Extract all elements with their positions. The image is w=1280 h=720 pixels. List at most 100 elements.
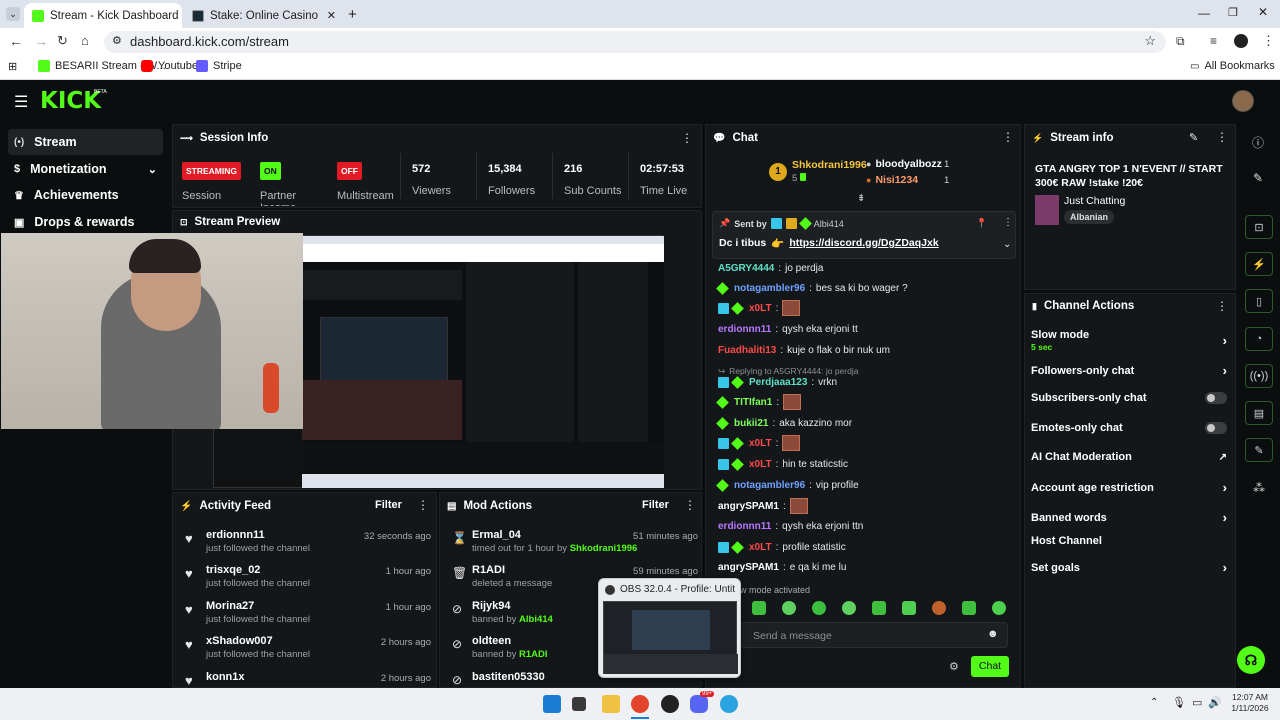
leader-3[interactable]: ● Nisi1234: [866, 174, 918, 186]
home-icon[interactable]: ⌂: [81, 33, 89, 48]
bookmark-stripe[interactable]: Stripe: [196, 60, 242, 72]
filter-button[interactable]: Filter: [642, 499, 669, 511]
chat-user[interactable]: x0LT: [749, 303, 772, 314]
system-clock[interactable]: 12:07 AM 1/11/2026: [1230, 692, 1270, 714]
emote-icon[interactable]: [842, 601, 856, 615]
tray-chevron-up-icon[interactable]: ⌃: [1150, 697, 1158, 708]
chat-message[interactable]: x0LT: profile statistic: [718, 538, 846, 556]
pinned-message[interactable]: 📌 Sent by Albi414 📍 ⋮ Dc i tibus 👉 https:…: [712, 211, 1016, 259]
toolbar-chat-button[interactable]: ◔: [1245, 327, 1273, 351]
toolbar-broadcast-button[interactable]: ((•)): [1245, 364, 1273, 388]
subscribers-only-action[interactable]: Subscribers-only chat: [1031, 392, 1227, 404]
more-options-icon[interactable]: ⋮: [417, 498, 429, 512]
windows-start-icon[interactable]: [543, 695, 561, 713]
extensions-icon[interactable]: ⧉: [1176, 34, 1185, 49]
back-icon[interactable]: ←: [9, 33, 23, 49]
task-view-icon[interactable]: [572, 697, 586, 711]
chat-message[interactable]: erdionnn11: qysh eka erjoni ttn: [718, 517, 863, 535]
menu-icon[interactable]: ⋮: [1262, 33, 1275, 49]
tab-kick-dashboard[interactable]: Stream - Kick Dashboard ✕: [24, 3, 182, 28]
more-options-icon[interactable]: ⋮: [1002, 130, 1014, 144]
forward-icon[interactable]: →: [34, 33, 48, 49]
chat-message[interactable]: angrySPAM1:: [718, 497, 808, 515]
chat-input[interactable]: Send a message ☻: [740, 622, 1008, 648]
emote-icon[interactable]: [992, 601, 1006, 615]
volume-icon[interactable]: 🔊: [1208, 696, 1222, 709]
chat-user[interactable]: Perdjaaa123: [749, 377, 807, 388]
category-name[interactable]: Just Chatting: [1064, 195, 1125, 207]
chat-message[interactable]: TITIfan1:: [716, 393, 802, 411]
discord-icon[interactable]: [690, 695, 708, 713]
list-item[interactable]: ♥ trisxqe_02 just followed the channel 1 …: [181, 564, 431, 598]
edit-pencil-icon[interactable]: ✎: [1189, 131, 1198, 144]
chat-message[interactable]: notagambler96: bes sa ki bo wager ?: [716, 279, 908, 297]
send-chat-button[interactable]: Chat: [971, 656, 1009, 677]
list-item[interactable]: ⌛ Ermal_04 timed out for 1 hour by Shkodr…: [448, 529, 698, 563]
apps-icon[interactable]: ⊞: [8, 60, 17, 73]
sidebar-item-achievements[interactable]: ♛ Achievements: [8, 182, 163, 208]
chrome-icon[interactable]: [631, 695, 649, 713]
microphone-icon[interactable]: 🎙: [1172, 696, 1186, 709]
new-tab-button[interactable]: +: [348, 6, 357, 23]
obs-taskbar-preview[interactable]: OBS 32.0.4 - Profile: Untitl...: [598, 578, 741, 678]
emote-icon[interactable]: [902, 601, 916, 615]
toolbar-fullscreen-button[interactable]: ⊡: [1245, 215, 1273, 239]
chat-user[interactable]: x0LT: [749, 542, 772, 553]
chat-user[interactable]: Fuadhaliti13: [718, 345, 776, 356]
sidebar-item-drops[interactable]: ▣ Drops & rewards: [8, 209, 163, 235]
chat-user[interactable]: TITIfan1: [734, 397, 772, 408]
window-close-icon[interactable]: ✕: [1258, 5, 1268, 19]
list-item[interactable]: ♥ erdionnn11 just followed the channel 32…: [181, 529, 431, 563]
account-age-action[interactable]: Account age restriction ›: [1031, 480, 1227, 495]
pinned-link[interactable]: https://discord.gg/DgZDaqJxk: [789, 237, 938, 250]
bookmark-star-icon[interactable]: ☆: [1144, 33, 1156, 49]
tab-search-button[interactable]: ⌄: [6, 7, 20, 21]
emote-icon[interactable]: [812, 601, 826, 615]
maximize-icon[interactable]: ❐: [1228, 6, 1238, 19]
top-gifter[interactable]: Shkodrani1996 5: [792, 159, 867, 184]
emote-icon[interactable]: [962, 601, 976, 615]
more-options-icon[interactable]: ⋮: [1003, 217, 1013, 228]
emote-icon[interactable]: [932, 601, 946, 615]
emotes-only-toggle[interactable]: [1205, 422, 1227, 434]
emote-icon[interactable]: [872, 601, 886, 615]
edit-pencil-icon[interactable]: ✎: [1253, 171, 1263, 185]
user-avatar[interactable]: [1232, 90, 1254, 112]
reload-icon[interactable]: ↻: [57, 33, 68, 49]
chat-user[interactable]: erdionnn11: [718, 324, 771, 335]
minimize-icon[interactable]: —: [1198, 6, 1210, 20]
toolbar-layout-button[interactable]: ▤: [1245, 401, 1273, 425]
host-channel-action[interactable]: Host Channel: [1031, 535, 1227, 547]
url-bar[interactable]: ⚙ dashboard.kick.com/stream ☆: [104, 31, 1166, 53]
more-options-icon[interactable]: ⋮: [684, 498, 696, 512]
leader-2[interactable]: ● bloodyalbozz: [866, 158, 942, 170]
support-headset-button[interactable]: ☊: [1237, 646, 1265, 674]
toolbar-raid-button[interactable]: ⚡: [1245, 252, 1273, 276]
sidebar-item-stream[interactable]: (•) Stream: [8, 129, 163, 155]
more-options-icon[interactable]: ⋮: [681, 131, 693, 145]
emotes-only-action[interactable]: Emotes-only chat: [1031, 422, 1227, 434]
list-item[interactable]: ♥ Morina27 just followed the channel 1 ho…: [181, 600, 431, 634]
chat-message[interactable]: x0LT:: [718, 299, 801, 317]
toolbar-clip-button[interactable]: ▯: [1245, 289, 1273, 313]
info-icon[interactable]: ⓘ: [1252, 134, 1264, 151]
chat-message[interactable]: bukii21: aka kazzino mor: [716, 414, 852, 432]
filter-button[interactable]: Filter: [375, 499, 402, 511]
chat-message[interactable]: erdionnn11: qysh eka erjoni tt: [718, 320, 858, 338]
chat-user[interactable]: x0LT: [749, 459, 772, 470]
chat-user[interactable]: notagambler96: [734, 283, 805, 294]
chat-user[interactable]: angrySPAM1: [718, 562, 779, 573]
bookmark-youtube[interactable]: Youtube: [141, 60, 198, 72]
followers-only-action[interactable]: Followers-only chat ›: [1031, 363, 1227, 378]
set-goals-action[interactable]: Set goals ›: [1031, 560, 1227, 575]
banned-words-action[interactable]: Banned words ›: [1031, 510, 1227, 525]
chat-user[interactable]: x0LT: [749, 438, 772, 449]
kick-logo[interactable]: KICK: [40, 88, 101, 114]
slow-mode-action[interactable]: Slow mode 5 sec ›: [1031, 329, 1227, 352]
category-thumbnail[interactable]: [1035, 195, 1059, 225]
chat-user[interactable]: bukii21: [734, 418, 768, 429]
media-icon[interactable]: ≡: [1210, 34, 1217, 48]
chevron-down-icon[interactable]: ⌄: [1003, 239, 1011, 250]
chat-message[interactable]: x0LT: hin te staticstic: [718, 455, 848, 473]
share-icon[interactable]: ⁂: [1253, 481, 1265, 495]
